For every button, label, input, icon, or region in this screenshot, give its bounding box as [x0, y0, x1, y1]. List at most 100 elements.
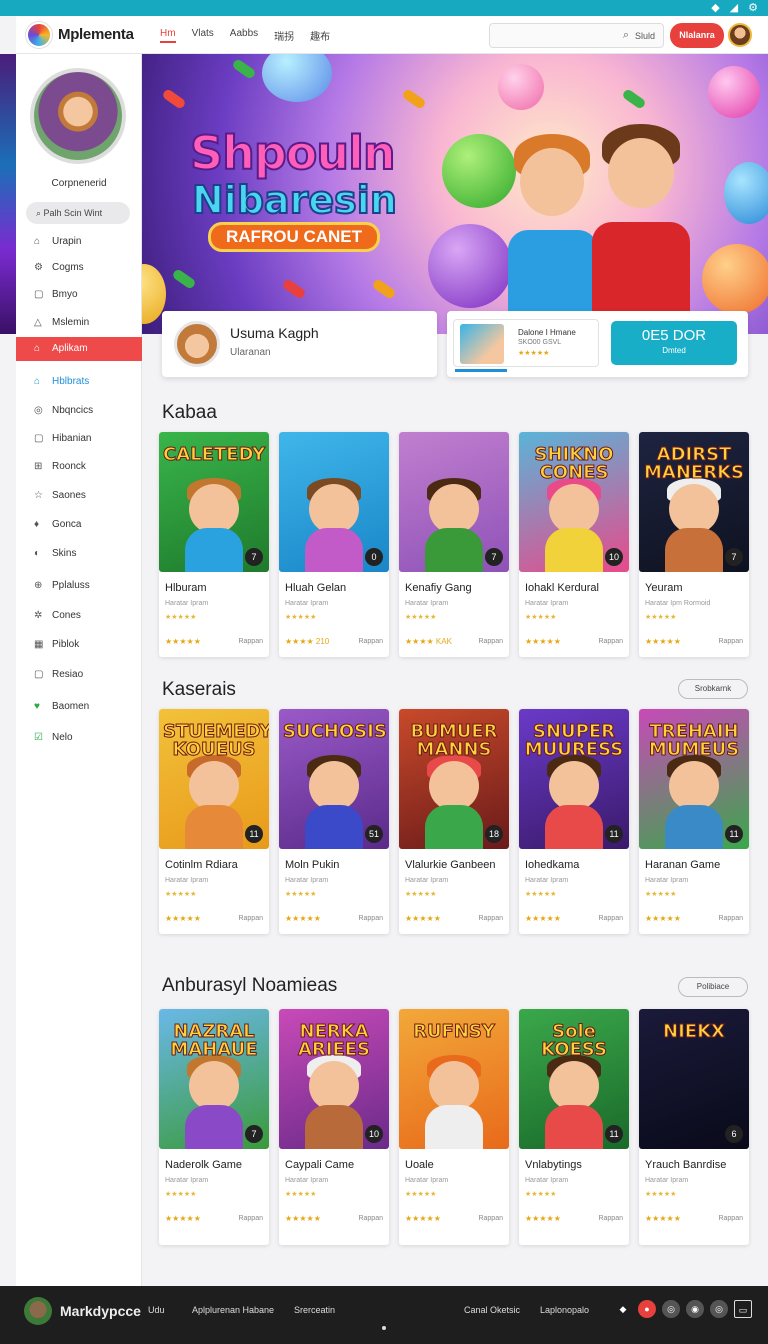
game-action-link[interactable]: Rappan — [238, 1215, 263, 1222]
profile-avatar[interactable] — [30, 68, 126, 164]
record-icon[interactable]: ● — [638, 1300, 656, 1318]
bottom-link-5[interactable]: Laplonopalo — [540, 1305, 589, 1315]
sidebar-item-label: Resiao — [52, 669, 84, 680]
section-2-more-button[interactable]: Srobkarnk — [678, 679, 748, 699]
game-card[interactable]: NIEKX 6 Yrauch Banrdise Haratar Ipram ★★… — [639, 1009, 749, 1245]
game-action-link[interactable]: Rappan — [718, 638, 743, 645]
age-rating-badge: 11 — [725, 825, 743, 843]
sidebar-item-7[interactable]: ◎ Nbqncics — [16, 399, 142, 423]
search-icon: ⌕ — [622, 29, 629, 41]
sidebar-item-18[interactable]: ☑ Nelo — [16, 726, 142, 750]
game-action-link[interactable]: Rappan — [718, 1215, 743, 1222]
game-card[interactable]: STUEMEDY KOUEUS 11 Cotinlm Rdiara Harata… — [159, 709, 269, 934]
game-action-link[interactable]: Rappan — [238, 915, 263, 922]
sidebar-item-16[interactable]: ▢ Resiao — [16, 663, 142, 687]
sidebar-item-11[interactable]: ♦ Gonca — [16, 513, 142, 537]
game-action-link[interactable]: Rappan — [358, 1215, 383, 1222]
bottom-avatar[interactable] — [24, 1297, 52, 1325]
game-title: Haranan Game — [645, 859, 721, 871]
sidebar-item-12[interactable]: ◐ Skins — [16, 542, 142, 566]
sidebar-item-13[interactable]: ⊕ Pplaluss — [16, 574, 142, 598]
sidebar-item-8[interactable]: ▢ Hibanian — [16, 427, 142, 451]
game-action-link[interactable]: Rappan — [478, 1215, 503, 1222]
circle-icon[interactable]: ◎ — [662, 1300, 680, 1318]
featured-game-info[interactable]: Dalone I Hmane SKO00 GSVL ★★★★★ — [453, 319, 599, 367]
bottom-link-1[interactable]: Udu — [148, 1305, 165, 1315]
app-logo-icon[interactable] — [26, 22, 52, 48]
nav-link-home[interactable]: Hm — [160, 28, 176, 43]
sidebar-item-17[interactable]: ♥ Baomen — [16, 695, 142, 719]
sidebar-item-2[interactable]: ⚙ Cogms — [16, 256, 142, 280]
game-cover-title: SNUPER MUURESS — [524, 721, 624, 760]
circle-icon[interactable]: ◎ — [710, 1300, 728, 1318]
game-action-link[interactable]: Rappan — [598, 915, 623, 922]
game-card[interactable]: 7 Kenafiy Gang Haratar Ipram ★★★★★ ★★★★ … — [399, 432, 509, 657]
game-card[interactable]: 0 Hluah Gelan Haratar Ipram ★★★★★ ★★★★ 2… — [279, 432, 389, 657]
game-action-link[interactable]: Rappan — [238, 638, 263, 645]
wifi-icon[interactable]: ◆ — [614, 1300, 632, 1318]
nav-link-3[interactable]: Aabbs — [230, 28, 258, 43]
nav-link-5[interactable]: 趣布 — [310, 28, 330, 43]
game-action-link[interactable]: Rappan — [358, 638, 383, 645]
user-avatar[interactable] — [728, 23, 752, 47]
game-card[interactable]: SNUPER MUURESS 11 Iohedkama Haratar Ipra… — [519, 709, 629, 934]
featured-game-stars: ★★★★★ — [518, 350, 550, 357]
signup-button[interactable]: Nlalanra — [670, 23, 724, 48]
age-rating-badge: 7 — [245, 548, 263, 566]
sidebar-item-5-active[interactable]: ⌂ Aplikam — [16, 337, 142, 361]
game-card[interactable]: NERKA ARIEES 10 Caypali Came Haratar Ipr… — [279, 1009, 389, 1245]
game-card[interactable]: BUMUER MANNS 18 Vlalurkie Ganbeen Harata… — [399, 709, 509, 934]
game-title: Naderolk Game — [165, 1159, 243, 1171]
bottom-username[interactable]: Markdypcce — [60, 1303, 141, 1319]
game-subtitle: Haratar Ipram — [165, 1177, 209, 1184]
game-action-link[interactable]: Rappan — [478, 915, 503, 922]
game-card[interactable]: SHIKNO CONES 10 Iohakl Kerdural Haratar … — [519, 432, 629, 657]
balloon-decoration — [702, 244, 768, 314]
window-icon[interactable]: ▭ — [734, 1300, 752, 1318]
sidebar-item-9[interactable]: ⊞ Roonck — [16, 455, 142, 479]
game-action-link[interactable]: Rappan — [478, 638, 503, 645]
buy-button[interactable]: 0E5 DOR Dmted — [611, 321, 737, 365]
circle-icon[interactable]: ◉ — [686, 1300, 704, 1318]
game-subtitle: Haratar Ipram — [645, 1177, 689, 1184]
bottom-link-4[interactable]: Canal Oketsic — [464, 1305, 520, 1315]
game-card[interactable]: TREHAIH MUMEUS 11 Haranan Game Haratar I… — [639, 709, 749, 934]
nav-link-4[interactable]: 瑞拐 — [274, 28, 294, 43]
game-action-link[interactable]: Rappan — [598, 638, 623, 645]
sidebar-item-6[interactable]: ⌂ Hblbrats — [16, 370, 142, 394]
hero-banner[interactable]: Shpouln Nibaresin RAFROU CANET — [142, 54, 768, 334]
game-rating-stars: ★★★★★ — [525, 637, 561, 646]
game-action-link[interactable]: Rappan — [718, 915, 743, 922]
nav-link-2[interactable]: Vlats — [192, 28, 214, 43]
game-action-link[interactable]: Rappan — [598, 1215, 623, 1222]
bottom-link-3[interactable]: Srerceatin — [294, 1305, 335, 1315]
search-input[interactable]: ⌕ Sluld — [489, 23, 664, 48]
game-title: Cotinlm Rdiara — [165, 859, 238, 871]
brand-name[interactable]: Mplementa — [58, 26, 134, 43]
game-card[interactable]: RUFNSY Uoale Haratar Ipram ★★★★★ ★★★★★ R… — [399, 1009, 509, 1245]
character-head — [429, 761, 479, 811]
sidebar-item-1[interactable]: ⌂ Urapin — [16, 230, 142, 254]
sidebar-item-15[interactable]: ▦ Piblok — [16, 633, 142, 657]
sidebar-item-label: Hblbrats — [52, 376, 90, 387]
hero-ribbon[interactable]: RAFROU CANET — [208, 222, 380, 252]
game-rating-stars-faint: ★★★★★ — [405, 891, 437, 898]
sidebar-item-3[interactable]: ▢ Bmyo — [16, 283, 142, 307]
section-3-more-button[interactable]: Polibiace — [678, 977, 748, 997]
game-card[interactable]: NAZRAL MAHAUE 7 Naderolk Game Haratar Ip… — [159, 1009, 269, 1245]
game-rating-stars: ★★★★★ — [285, 914, 321, 923]
featured-user-card[interactable]: Usuma Kagph Ularanan — [162, 311, 437, 377]
pin-icon: ◎ — [34, 405, 43, 416]
game-card[interactable]: Sole KOESS 11 Vnlabytings Haratar Ipram … — [519, 1009, 629, 1245]
game-action-link[interactable]: Rappan — [358, 915, 383, 922]
game-card[interactable]: CALETEDY 7 Hlburam Haratar Ipram ★★★★★ ★… — [159, 432, 269, 657]
game-card[interactable]: ADIRST MANERKS 7 Yeuram Haratar Ipm Rorm… — [639, 432, 749, 657]
bottom-link-2[interactable]: Aplplurenan Habane — [192, 1305, 274, 1315]
sidebar-item-14[interactable]: ✲ Cones — [16, 604, 142, 628]
game-rating-stars-faint: ★★★★★ — [645, 891, 677, 898]
game-card[interactable]: SUCHOSIS 51 Moln Pukin Haratar Ipram ★★★… — [279, 709, 389, 934]
sidebar-item-4[interactable]: △ Mslemin — [16, 311, 142, 335]
sidebar-search-input[interactable]: ⌕ Palh Scin Wint — [26, 202, 130, 224]
sidebar-item-10[interactable]: ☆ Saones — [16, 484, 142, 508]
game-cover-art: BUMUER MANNS 18 — [399, 709, 509, 849]
